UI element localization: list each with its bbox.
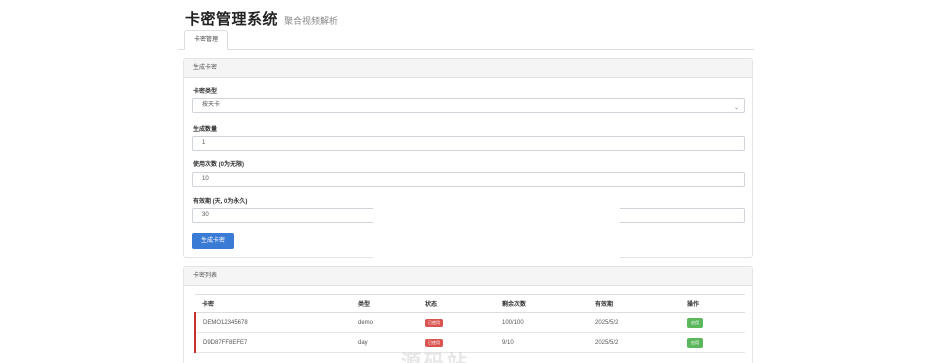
status-cell: 已使用	[418, 312, 495, 333]
table-row: D9D87FF8EFE7 day 已使用 9/10 2025/5/2 启用	[194, 332, 745, 353]
uses-label: 使用次数 (0为无限)	[193, 162, 245, 168]
table-row: DEMO12345678 demo 已使用 100/100 2025/5/2 启…	[194, 312, 745, 333]
status-badge: 已使用	[425, 318, 443, 327]
column-header: 类型	[351, 294, 418, 313]
tab-bar: 卡密管理	[178, 30, 754, 50]
generate-panel-heading: 生成卡密	[184, 59, 752, 78]
table-header-row: 卡密 类型 状态 剩余次数 有效期 操作	[195, 294, 745, 313]
count-label: 生成数量	[193, 127, 218, 133]
page-subtitle: 聚合视频解析	[284, 16, 339, 26]
card-type-label: 卡密类型	[193, 89, 218, 95]
card-key: DEMO12345678	[194, 312, 351, 333]
watermark-logo: 源码站	[401, 352, 470, 363]
uses-input[interactable]: 10	[192, 172, 745, 187]
action-cell: 启用	[680, 312, 745, 333]
enable-button[interactable]: 启用	[687, 337, 703, 348]
page-title: 卡密管理系统	[185, 11, 279, 28]
enable-button[interactable]: 启用	[687, 317, 703, 328]
column-header: 有效期	[588, 294, 680, 313]
blank-overlay	[373, 188, 620, 258]
column-header: 操作	[680, 294, 745, 313]
validity-label: 有效期 (天, 0为永久)	[193, 199, 248, 205]
remaining-uses: 100/100	[495, 312, 588, 333]
remaining-uses: 9/10	[495, 332, 588, 353]
expiry-date: 2025/5/2	[588, 332, 680, 353]
page-header: 卡密管理系统 聚合视频解析	[185, 8, 338, 29]
list-panel-heading: 卡密列表	[184, 267, 752, 286]
count-input[interactable]: 1	[192, 136, 745, 151]
column-header: 卡密	[195, 294, 351, 313]
column-header: 剩余次数	[495, 294, 588, 313]
action-cell: 启用	[680, 332, 745, 353]
generate-button[interactable]: 生成卡密	[192, 233, 234, 249]
card-type-select[interactable]: 按天卡 ⌄	[192, 98, 745, 113]
card-table: 卡密 类型 状态 剩余次数 有效期 操作 DEMO12345678 demo 已…	[194, 294, 745, 353]
chevron-down-icon: ⌄	[733, 105, 739, 111]
column-header: 状态	[418, 294, 495, 313]
card-type: demo	[351, 312, 418, 333]
expiry-date: 2025/5/2	[588, 312, 680, 333]
card-key: D9D87FF8EFE7	[194, 332, 351, 353]
card-type-value: 按天卡	[202, 102, 221, 108]
tab-card-management[interactable]: 卡密管理	[184, 30, 229, 50]
